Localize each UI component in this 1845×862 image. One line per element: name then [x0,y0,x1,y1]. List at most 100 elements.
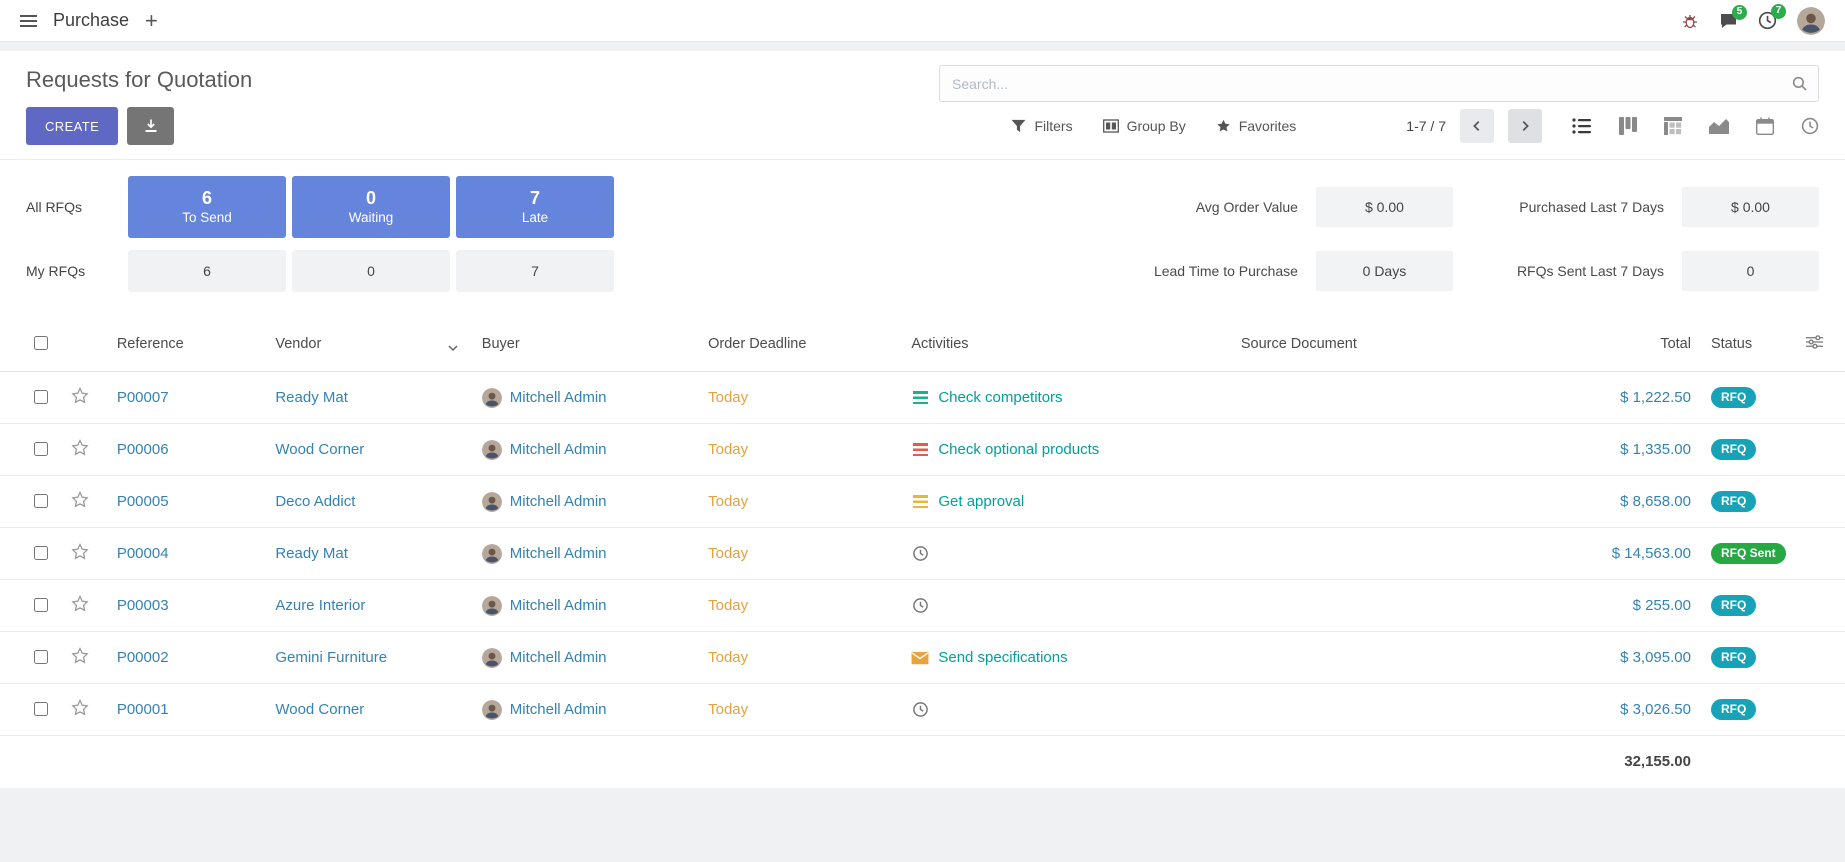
buyer-link[interactable]: Mitchell Admin [510,596,607,613]
reference-link[interactable]: P00002 [117,649,169,666]
favorite-star-icon[interactable] [71,387,89,404]
tile-waiting[interactable]: 0 Waiting [292,176,450,238]
view-activity-button[interactable] [1801,117,1819,135]
view-list-button[interactable] [1572,117,1592,135]
buyer-link[interactable]: Mitchell Admin [510,544,607,561]
pager: 1-7 / 7 [1406,109,1542,143]
pager-previous-button[interactable] [1460,109,1494,143]
favorite-star-icon[interactable] [71,699,89,716]
create-button[interactable]: CREATE [26,107,118,145]
buyer-link[interactable]: Mitchell Admin [510,440,607,457]
messages-icon[interactable]: 5 [1719,12,1738,30]
reference-link[interactable]: P00007 [117,389,169,406]
user-avatar[interactable] [1797,7,1825,35]
row-checkbox[interactable] [34,702,48,716]
row-checkbox[interactable] [34,598,48,612]
search-box [939,65,1819,102]
apps-menu-icon[interactable] [20,15,37,27]
favorite-star-icon[interactable] [71,439,89,456]
row-checkbox[interactable] [34,546,48,560]
bug-icon[interactable] [1681,12,1699,30]
row-checkbox[interactable] [34,494,48,508]
total-header[interactable]: Total [1488,316,1701,372]
favorite-star-icon[interactable] [71,491,89,508]
table-row[interactable]: P00007 Ready Mat Mitchell Admin Today Ch… [0,372,1845,424]
table-row[interactable]: P00003 Azure Interior Mitchell Admin Tod… [0,580,1845,632]
row-checkbox[interactable] [34,650,48,664]
buyer-link[interactable]: Mitchell Admin [510,700,607,717]
reference-link[interactable]: P00004 [117,545,169,562]
main-content: Requests for Quotation CREATE [0,51,1845,788]
buyer-header[interactable]: Buyer [472,316,698,372]
activity-icon[interactable] [911,493,929,510]
tile-late[interactable]: 7 Late [456,176,614,238]
order-deadline-header[interactable]: Order Deadline [698,316,901,372]
view-kanban-button[interactable] [1619,117,1637,135]
pager-next-button[interactable] [1508,109,1542,143]
favorite-star-icon[interactable] [71,543,89,560]
order-deadline-value: Today [708,649,748,666]
reference-link[interactable]: P00006 [117,441,169,458]
purchased-last-7-days-label: Purchased Last 7 Days [1473,199,1664,215]
buyer-link[interactable]: Mitchell Admin [510,388,607,405]
search-icon[interactable] [1791,75,1808,97]
vendor-header[interactable]: Vendor [265,316,471,372]
table-row[interactable]: P00002 Gemini Furniture Mitchell Admin T… [0,632,1845,684]
optional-columns-icon[interactable] [1806,335,1823,349]
row-checkbox[interactable] [34,442,48,456]
reference-link[interactable]: P00003 [117,597,169,614]
view-calendar-button[interactable] [1756,117,1774,135]
tile-to-send[interactable]: 6 To Send [128,176,286,238]
vendor-link[interactable]: Wood Corner [275,701,364,718]
activity-clock-icon[interactable] [911,701,929,718]
vendor-link[interactable]: Gemini Furniture [275,649,387,666]
select-all-checkbox[interactable] [34,336,48,350]
tile-my-late[interactable]: 7 [456,250,614,292]
source-document-header[interactable]: Source Document [1231,316,1488,372]
table-footer-row: 32,155.00 [0,736,1845,788]
app-name[interactable]: Purchase [53,10,129,31]
table-row[interactable]: P00004 Ready Mat Mitchell Admin Today $ … [0,528,1845,580]
activity-envelope-icon[interactable] [911,649,929,666]
waiting-label: Waiting [349,209,394,227]
activity-icon[interactable] [911,441,929,458]
activity-clock-icon[interactable] [911,597,929,614]
add-tab-icon[interactable]: + [145,10,158,32]
table-row[interactable]: P00005 Deco Addict Mitchell Admin Today … [0,476,1845,528]
view-graph-button[interactable] [1709,117,1729,135]
activity-clock-icon[interactable] [911,545,929,562]
favorite-star-icon[interactable] [71,647,89,664]
activity-label[interactable]: Check optional products [938,441,1099,458]
vendor-link[interactable]: Ready Mat [275,389,348,406]
status-header[interactable]: Status [1701,316,1796,372]
vendor-link[interactable]: Wood Corner [275,441,364,458]
favorites-button[interactable]: Favorites [1216,118,1297,134]
buyer-link[interactable]: Mitchell Admin [510,492,607,509]
activities-icon[interactable]: 7 [1758,11,1777,30]
group-by-button[interactable]: Group By [1103,118,1186,134]
row-checkbox[interactable] [34,390,48,404]
filters-button[interactable]: Filters [1011,118,1072,134]
activity-icon[interactable] [911,389,929,406]
reference-header[interactable]: Reference [107,316,266,372]
view-pivot-button[interactable] [1664,117,1682,135]
reference-link[interactable]: P00001 [117,701,169,718]
export-button[interactable] [127,107,174,145]
table-row[interactable]: P00006 Wood Corner Mitchell Admin Today … [0,424,1845,476]
vendor-link[interactable]: Azure Interior [275,597,365,614]
activity-label[interactable]: Check competitors [938,389,1062,406]
dashboard-stats: Avg Order Value $ 0.00 Purchased Last 7 … [1154,176,1819,292]
table-row[interactable]: P00001 Wood Corner Mitchell Admin Today … [0,684,1845,736]
buyer-link[interactable]: Mitchell Admin [510,648,607,665]
vendor-link[interactable]: Deco Addict [275,493,355,510]
search-input[interactable] [939,65,1819,102]
tile-my-waiting[interactable]: 0 [292,250,450,292]
activity-label[interactable]: Send specifications [938,649,1067,666]
reference-link[interactable]: P00005 [117,493,169,510]
vendor-link[interactable]: Ready Mat [275,545,348,562]
favorite-star-icon[interactable] [71,595,89,612]
activities-header[interactable]: Activities [901,316,1230,372]
tile-my-to-send[interactable]: 6 [128,250,286,292]
activity-label[interactable]: Get approval [938,493,1024,510]
control-panel: Requests for Quotation CREATE [0,51,1845,160]
